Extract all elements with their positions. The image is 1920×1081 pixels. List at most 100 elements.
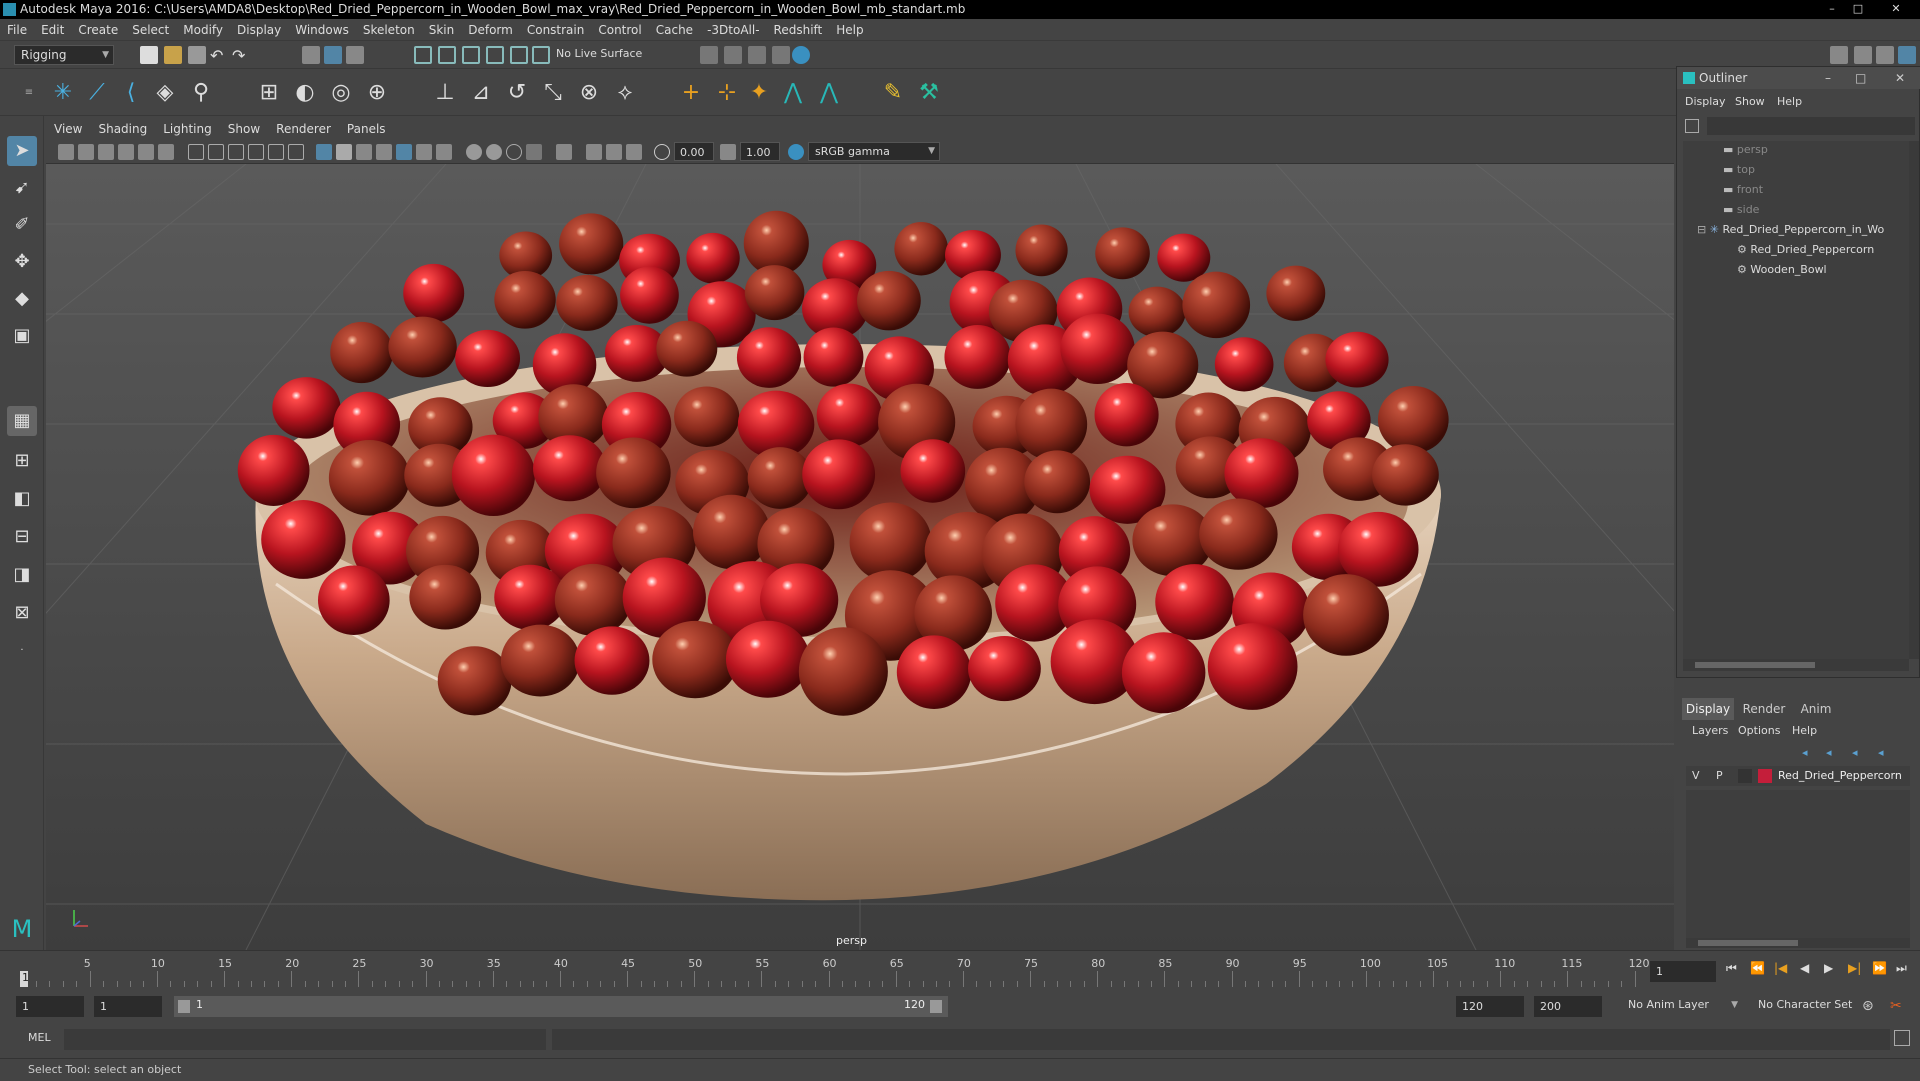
- render-frame-icon[interactable]: [724, 46, 742, 64]
- current-frame-field[interactable]: 1: [1650, 961, 1716, 982]
- paint-weights-icon[interactable]: ◐: [290, 78, 320, 108]
- viewport-menu-show[interactable]: Show: [220, 118, 268, 140]
- new-scene-icon[interactable]: [140, 46, 158, 64]
- toggle-modeling-toolkit-icon[interactable]: [1830, 46, 1848, 64]
- range-slider[interactable]: 1 120: [174, 996, 948, 1017]
- range-end-handle[interactable]: [930, 1000, 942, 1013]
- layer-visibility-toggle[interactable]: V: [1692, 769, 1700, 782]
- menu-3dtoall[interactable]: -3DtoAll-: [700, 19, 766, 41]
- toggle-channel-box-icon[interactable]: [1898, 46, 1916, 64]
- bind-skin-icon[interactable]: ⊞: [254, 78, 284, 108]
- brush-tool-icon[interactable]: ⚒: [914, 78, 944, 108]
- snap-live-icon[interactable]: [510, 46, 528, 64]
- pole-vector-icon[interactable]: ⟡: [610, 78, 640, 108]
- skeleton-builder-icon[interactable]: ⊹: [712, 78, 742, 108]
- scrollbar-thumb[interactable]: [1695, 662, 1815, 668]
- layer-menu-layers[interactable]: Layers: [1692, 724, 1728, 737]
- menu-skeleton[interactable]: Skeleton: [356, 19, 422, 41]
- field-chart-icon[interactable]: [268, 144, 284, 160]
- motion-blur-icon[interactable]: [486, 144, 502, 160]
- viewport-menu-lighting[interactable]: Lighting: [155, 118, 220, 140]
- more-layouts-icon[interactable]: ·: [7, 636, 37, 666]
- menu-modify[interactable]: Modify: [176, 19, 230, 41]
- wireframe-on-shaded-icon[interactable]: [376, 144, 392, 160]
- select-tool-icon[interactable]: ➤: [7, 136, 37, 166]
- shelf-tab-menu-icon[interactable]: ≡: [14, 78, 44, 108]
- exposure-icon[interactable]: [654, 144, 670, 160]
- hypershade-icon[interactable]: [792, 46, 810, 64]
- snap-view-plane-icon[interactable]: [486, 46, 504, 64]
- go-to-start-button[interactable]: ⏮: [1726, 961, 1737, 976]
- time-ruler[interactable]: 1 5 10 15 20 25 30 35 40 45 50 55 60 65 70 75 80 85 90 95 1…: [20, 951, 1650, 991]
- tab-display[interactable]: Display: [1682, 698, 1734, 720]
- ik-handle-icon[interactable]: ⟋: [82, 78, 112, 108]
- snap-grid-icon[interactable]: [414, 46, 432, 64]
- select-hierarchy-icon[interactable]: [302, 46, 320, 64]
- 2d-pan-zoom-icon[interactable]: [138, 144, 154, 160]
- single-view-layout-icon[interactable]: ▦: [7, 406, 37, 436]
- perspective-viewport[interactable]: persp: [46, 164, 1674, 950]
- color-management-icon[interactable]: [788, 144, 804, 160]
- close-button[interactable]: ✕: [1876, 1, 1916, 17]
- parent-constraint-icon[interactable]: ⊗: [574, 78, 604, 108]
- move-layer-down-icon[interactable]: ◂: [1826, 746, 1840, 759]
- pose-icon[interactable]: ✦: [744, 78, 774, 108]
- mocap-icon[interactable]: ⋀: [778, 78, 808, 108]
- xray-joints-icon[interactable]: [606, 144, 622, 160]
- outliner-item-bowl[interactable]: ⚙ Wooden_Bowl: [1737, 261, 1827, 279]
- four-view-layout-icon[interactable]: ⊞: [7, 446, 37, 476]
- playback-end-field[interactable]: 120: [1456, 996, 1524, 1017]
- script-editor-icon[interactable]: [1894, 1030, 1910, 1046]
- textured-icon[interactable]: [396, 144, 412, 160]
- point-constraint-icon[interactable]: ⊥: [430, 78, 460, 108]
- persp-outliner-layout-icon[interactable]: ◧: [7, 484, 37, 514]
- viewport-menu-renderer[interactable]: Renderer: [268, 118, 339, 140]
- menu-redshift[interactable]: Redshift: [767, 19, 830, 41]
- depth-of-field-icon[interactable]: [526, 144, 542, 160]
- menu-file[interactable]: File: [0, 19, 34, 41]
- animation-preferences-icon[interactable]: ✂: [1890, 998, 1902, 1014]
- playback-start-field[interactable]: 1: [94, 996, 162, 1017]
- persp-graph-layout-icon[interactable]: ⊟: [7, 522, 37, 552]
- script-language-label[interactable]: MEL: [28, 1031, 51, 1044]
- character-icon[interactable]: ⋀: [814, 78, 844, 108]
- anti-aliasing-icon[interactable]: [506, 144, 522, 160]
- anim-layer-dropdown[interactable]: No Anim Layer ▼: [1622, 996, 1742, 1017]
- view-transform-dropdown[interactable]: sRGB gamma ▼: [808, 142, 940, 161]
- outliner-search-field[interactable]: [1707, 117, 1915, 135]
- auto-key-icon[interactable]: ⊛: [1862, 998, 1874, 1014]
- menu-display[interactable]: Display: [230, 19, 288, 41]
- move-tool-icon[interactable]: ✥: [7, 247, 37, 277]
- screen-space-ao-icon[interactable]: [466, 144, 482, 160]
- outliner-item-side[interactable]: ▬ side: [1723, 201, 1759, 219]
- aim-constraint-icon[interactable]: ⊿: [466, 78, 496, 108]
- open-scene-icon[interactable]: [164, 46, 182, 64]
- live-surface-label[interactable]: No Live Surface: [556, 47, 642, 60]
- joint-tool-icon[interactable]: ✳: [48, 78, 78, 108]
- film-gate-icon[interactable]: [208, 144, 224, 160]
- display-layer-row[interactable]: V P Red_Dried_Peppercorn: [1686, 766, 1910, 786]
- snap-point-icon[interactable]: [462, 46, 480, 64]
- menu-select[interactable]: Select: [125, 19, 176, 41]
- step-back-key-button[interactable]: ⏪: [1750, 961, 1765, 975]
- xray-icon[interactable]: [586, 144, 602, 160]
- step-forward-frame-button[interactable]: ▶|: [1848, 961, 1861, 975]
- menu-help[interactable]: Help: [829, 19, 870, 41]
- new-layer-icon[interactable]: ◂: [1852, 746, 1866, 759]
- orient-constraint-icon[interactable]: ↺: [502, 78, 532, 108]
- new-layer-selected-icon[interactable]: ◂: [1878, 746, 1892, 759]
- layer-menu-help[interactable]: Help: [1792, 724, 1817, 737]
- viewport-menu-shading[interactable]: Shading: [90, 118, 155, 140]
- use-all-lights-icon[interactable]: [416, 144, 432, 160]
- collapse-icon[interactable]: ⊟: [1697, 223, 1706, 236]
- grid-toggle-icon[interactable]: [188, 144, 204, 160]
- viewport-menu-panels[interactable]: Panels: [339, 118, 394, 140]
- select-component-icon[interactable]: [346, 46, 364, 64]
- play-forwards-button[interactable]: ▶: [1824, 961, 1833, 975]
- go-to-end-button[interactable]: ⏭: [1896, 961, 1907, 976]
- outliner-close-button[interactable]: ✕: [1895, 67, 1905, 89]
- isolate-select-icon[interactable]: [556, 144, 572, 160]
- safe-action-icon[interactable]: [288, 144, 304, 160]
- menu-windows[interactable]: Windows: [288, 19, 356, 41]
- layer-display-type-toggle[interactable]: [1738, 769, 1752, 783]
